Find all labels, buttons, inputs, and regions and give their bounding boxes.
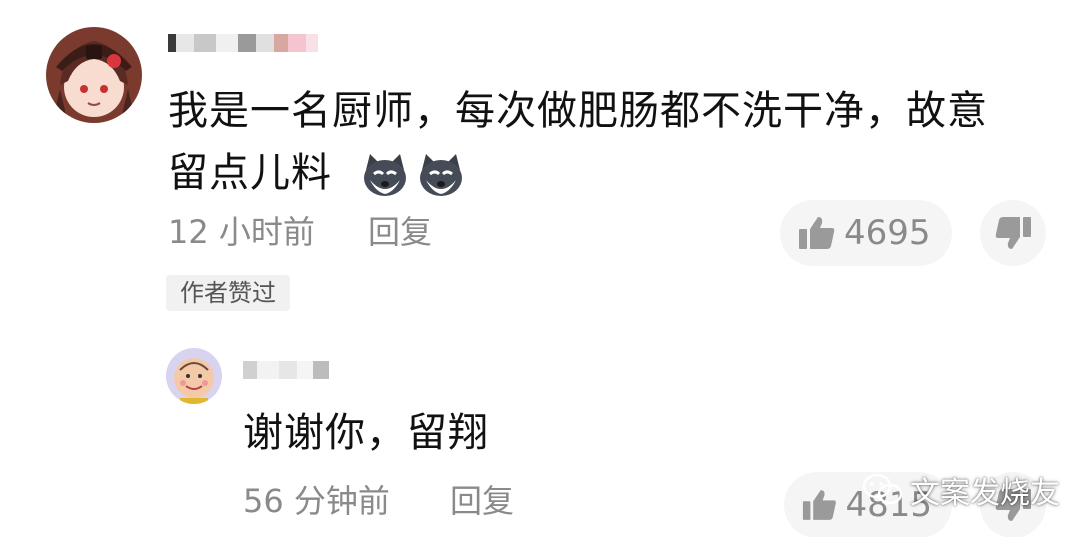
thumbs-up-icon — [802, 490, 836, 520]
author-liked-badge: 作者赞过 — [166, 275, 290, 311]
reply-username-blurred[interactable] — [243, 361, 329, 379]
comment-body: 我是一名厨师，每次做肥肠都不洗干净，故意 留点儿料 — [168, 80, 1028, 204]
wechat-icon — [862, 473, 903, 505]
reply-reply-button[interactable]: 回复 — [450, 481, 514, 521]
comment-thread: 我是一名厨师，每次做肥肠都不洗干净，故意 留点儿料 12 小时前 回复 4695… — [0, 0, 1080, 537]
dislike-button[interactable] — [980, 200, 1046, 266]
thumbs-down-icon — [995, 217, 1031, 249]
watermark-text: 文案发烧友 — [910, 476, 1060, 511]
reply-body: 谢谢你，留翔 — [243, 410, 489, 456]
watermark: 文案发烧友 — [862, 468, 1060, 512]
reply-avatar[interactable] — [166, 348, 222, 404]
husky-dog-emoji-icon — [363, 154, 406, 196]
thumbs-up-icon — [799, 217, 835, 249]
reply-button[interactable]: 回复 — [368, 212, 432, 252]
husky-dog-emoji-icon — [419, 154, 462, 196]
comment-timestamp: 12 小时前 — [168, 213, 315, 251]
emoji-group — [360, 152, 466, 198]
like-button[interactable]: 4695 — [780, 200, 952, 266]
comment-text-line1: 我是一名厨师，每次做肥肠都不洗干净，故意 — [168, 88, 988, 134]
reply-timestamp: 56 分钟前 — [243, 482, 390, 520]
like-count: 4695 — [844, 213, 931, 253]
avatar[interactable] — [46, 27, 142, 123]
comment-text-line2: 留点儿料 — [168, 150, 332, 196]
username-blurred[interactable] — [168, 34, 318, 52]
